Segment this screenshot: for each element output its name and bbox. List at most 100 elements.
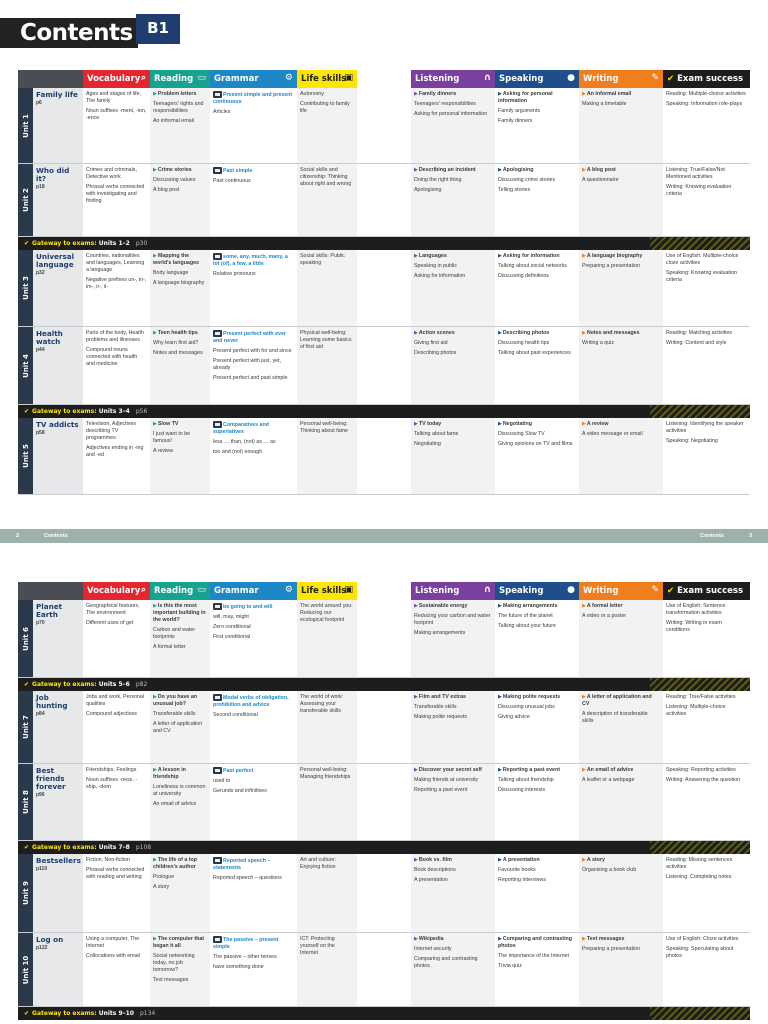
section-title-text: A blog post — [586, 167, 616, 173]
unit-name-cell[interactable]: Best friends forever p96 — [33, 764, 83, 840]
unit-title[interactable]: Health watch — [36, 330, 80, 346]
life-skills-cell: Personal well-being: Managing friendship… — [297, 764, 357, 840]
unit-number-tab: Unit 5 — [18, 418, 33, 494]
section-title: ▶Asking for information — [498, 253, 576, 260]
cell-line: Present perfect with just, yet, already — [213, 357, 282, 371]
listening-cell: ▶Family dinners Teenagers' responsibiliti… — [411, 88, 495, 163]
cell-line: Making friends at university — [414, 777, 479, 783]
unit-title[interactable]: Log on — [36, 936, 80, 944]
arrow-icon: ▶ — [498, 603, 502, 609]
unit-title[interactable]: Best friends forever — [36, 767, 80, 791]
speaking-cell: ▶Asking for information Talking about soc… — [495, 250, 579, 326]
cell-line: Geographical features, The environment — [86, 603, 140, 616]
arrow-icon: ▶ — [153, 936, 157, 942]
cell-line: Reading: Matching activities — [666, 330, 732, 336]
book-icon: ▭ — [197, 585, 206, 595]
cell-line: Articles — [213, 108, 231, 115]
page-title: Contents — [20, 20, 133, 46]
section-title: ▶Is this the most important building in … — [153, 603, 207, 624]
arrow-icon: ▶ — [153, 253, 157, 259]
section-title: ▶An email of advice — [582, 767, 660, 774]
unit-title[interactable]: Universal language — [36, 253, 80, 269]
section-title: ▶Comparing and contrasting photos — [498, 936, 576, 950]
gateway-to-exams-bar[interactable]: ✔ Gateway to exams: Units 3–4 p56 — [18, 405, 750, 418]
speaking-cell: ▶Apologising Discussing crime stories Tell… — [495, 164, 579, 236]
header-reading: Reading ▭ — [150, 70, 210, 88]
cell-line: Different uses of get — [86, 620, 134, 626]
header-reading: Reading ▭ — [150, 582, 210, 600]
cell-line: Phrasal verbs connected with reading and… — [86, 867, 145, 880]
grammar-title: Comparatives and superlatives — [213, 421, 294, 436]
gateway-to-exams-bar[interactable]: ✔ Gateway to exams: Units 9–10 p134 — [18, 1007, 750, 1020]
unit-row: Unit 5 TV addicts p58 Television, Adjective… — [18, 418, 750, 495]
arrow-icon: ▶ — [153, 603, 157, 609]
unit-title[interactable]: Planet Earth — [36, 603, 80, 619]
gateway-to-exams-bar[interactable]: ✔ Gateway to exams: Units 5–6 p82 — [18, 678, 750, 691]
unit-name-cell[interactable]: TV addicts p58 — [33, 418, 83, 494]
unit-title[interactable]: Who did it? — [36, 167, 80, 183]
unit-name-cell[interactable]: Family life p6 — [33, 88, 83, 163]
unit-name-cell[interactable]: Health watch p44 — [33, 327, 83, 404]
section-title: ▶Problem letters — [153, 91, 207, 98]
arrow-icon: ▶ — [414, 421, 418, 427]
section-title-text: Crime stories — [157, 167, 192, 173]
unit-name-cell[interactable]: Job hunting p84 — [33, 691, 83, 763]
cell-line: Friendships, Feelings — [86, 767, 137, 773]
header-listening: Listening ∩ — [411, 582, 495, 600]
section-title: ▶Do you have an unusual job? — [153, 694, 207, 708]
unit-name-cell[interactable]: Bestsellers p110 — [33, 854, 83, 932]
section-title-text: Reporting a past event — [502, 767, 560, 773]
cell-line: Family arguments — [498, 108, 541, 114]
exam-success-cell: Use of English: Cloze activities Speaking… — [663, 933, 750, 1006]
unit-number-tab: Unit 10 — [18, 933, 33, 1006]
unit-title[interactable]: Bestsellers — [36, 857, 81, 865]
unit-name-cell[interactable]: Log on p122 — [33, 933, 83, 1006]
grammar-title: Past simple — [213, 167, 294, 175]
cell-line: Writing: Content and style — [666, 340, 727, 346]
cell-line: Personal well-being: Thinking about fame — [300, 421, 348, 434]
unit-title[interactable]: TV addicts — [36, 421, 80, 429]
reading-cell: ▶Do you have an unusual job? Transferable… — [150, 691, 210, 763]
cell-line: Discussing Slow TV — [498, 431, 545, 437]
reading-cell: ▶Teen health tips Why learn first aid? Not… — [150, 327, 210, 404]
grammar-cell: Past simple Past continuous — [210, 164, 297, 236]
gateway-to-exams-bar[interactable]: ✔ Gateway to exams: Units 1–2 p30 — [18, 237, 750, 250]
unit-number-tab: Unit 9 — [18, 854, 33, 932]
spacer-cell — [357, 164, 411, 236]
unit-number-tab: Unit 2 — [18, 164, 33, 236]
cell-line: Transferable skills — [414, 704, 457, 710]
unit-title[interactable]: Job hunting — [36, 694, 80, 710]
arrow-icon: ▶ — [582, 167, 586, 173]
reading-cell: ▶Is this the most important building in … — [150, 600, 210, 677]
unit-name-cell[interactable]: Universal language p32 — [33, 250, 83, 326]
grammar-title-text: Present perfect with ever and never — [213, 330, 286, 344]
gateway-to-exams-bar[interactable]: ✔ Gateway to exams: Units 7–8 p108 — [18, 841, 750, 854]
footer-right-page-number: 3 — [748, 533, 752, 539]
cell-line: A language biography — [153, 280, 205, 286]
cell-line: Phrasal verbs connected with investigati… — [86, 184, 145, 204]
cell-line: less … than, (not) as … as — [213, 438, 276, 445]
gateway-units: Units 1–2 — [96, 240, 130, 247]
listening-cell: ▶Wikipedia Internet security Comparing and… — [411, 933, 495, 1006]
unit-name-cell[interactable]: Who did it? p18 — [33, 164, 83, 236]
header-label: Life skills — [301, 586, 347, 596]
unit-row: Unit 9 Bestsellers p110 Fiction, Non-fictio… — [18, 854, 750, 933]
header-label: Vocabulary — [87, 586, 141, 596]
unit-name-cell[interactable]: Planet Earth p70 — [33, 600, 83, 677]
arrow-icon: ▶ — [582, 767, 586, 773]
writing-cell: ▶A story Organising a book club — [579, 854, 663, 932]
arrow-icon: ▶ — [582, 603, 586, 609]
cell-line: Speaking in public — [414, 263, 457, 269]
unit-title[interactable]: Family life — [36, 91, 80, 99]
unit-number-tab: Unit 3 — [18, 250, 33, 326]
section-title: ▶Sustainable energy — [414, 603, 492, 610]
grammar-cell: Modal verbs of obligation, prohibition a… — [210, 691, 297, 763]
cell-line: Talking about fame — [414, 431, 459, 437]
magnifier-icon: ⌕ — [140, 585, 146, 595]
column-header-row: Vocabulary ⌕ Reading ▭ Grammar ⚙ Life skills ▣ L… — [18, 582, 750, 600]
section-title-text: The computer that began it all — [153, 936, 205, 949]
grammar-cell: Present simple and present continuous Art… — [210, 88, 297, 163]
grammar-title-text: Modal verbs of obligation, prohibition a… — [213, 694, 289, 708]
cell-line: Talking about past experiences — [498, 350, 571, 356]
cell-line: will, may, might — [213, 613, 249, 620]
